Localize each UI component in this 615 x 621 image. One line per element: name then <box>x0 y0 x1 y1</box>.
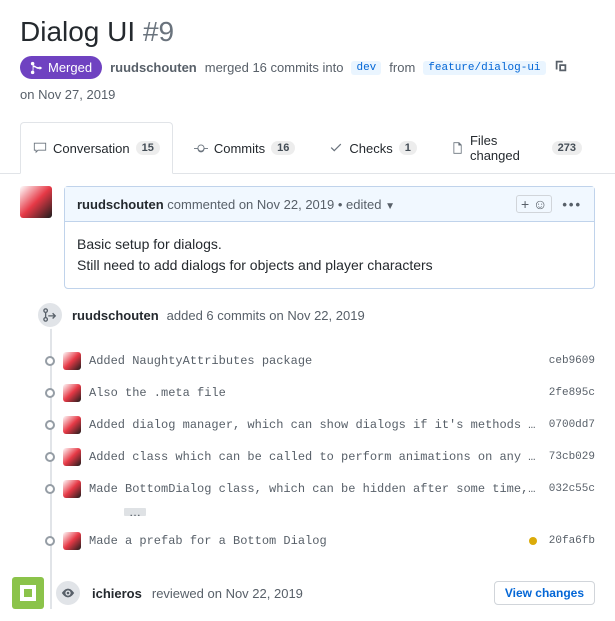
view-changes-button[interactable]: View changes <box>494 581 595 605</box>
tab-conversation[interactable]: Conversation 15 <box>20 122 173 174</box>
commit-node-icon <box>45 356 55 366</box>
file-icon <box>451 141 464 155</box>
commit-node-icon <box>45 484 55 494</box>
avatar[interactable] <box>63 384 81 402</box>
commit-message[interactable]: Also the .meta file <box>89 386 541 400</box>
commit-node-icon <box>45 452 55 462</box>
avatar[interactable] <box>63 416 81 434</box>
status-pending-icon <box>529 537 537 545</box>
commit-node-icon <box>45 536 55 546</box>
comment: ruudschouten commented on Nov 22, 2019 •… <box>64 186 595 289</box>
tab-files-count: 273 <box>552 141 582 155</box>
commit-message[interactable]: Made a prefab for a Bottom Dialog <box>89 534 521 548</box>
from-label: from <box>389 60 415 75</box>
tab-checks-label: Checks <box>349 141 392 156</box>
repo-push-icon <box>36 301 64 329</box>
merge-author[interactable]: ruudschouten <box>110 60 197 75</box>
copy-icon[interactable] <box>554 59 568 76</box>
tab-checks[interactable]: Checks 1 <box>316 122 429 173</box>
review-author[interactable]: ichieros <box>92 586 142 601</box>
pr-title: Dialog UI #9 <box>20 16 595 48</box>
commit-node-icon <box>45 388 55 398</box>
merge-verb: merged 16 commits into <box>205 60 344 75</box>
commit-row: Made BottomDialog class, which can be hi… <box>68 473 595 505</box>
tab-commits[interactable]: Commits 16 <box>181 122 309 173</box>
tab-checks-count: 1 <box>399 141 417 155</box>
tab-commits-label: Commits <box>214 141 265 156</box>
commits-author[interactable]: ruudschouten <box>72 308 159 323</box>
merge-icon <box>30 61 44 75</box>
tab-conversation-label: Conversation <box>53 141 130 156</box>
avatar[interactable] <box>63 532 81 550</box>
comment-meta: commented on Nov 22, 2019 • edited <box>167 197 381 212</box>
commit-hash[interactable]: ceb9609 <box>549 355 595 367</box>
review-event: ichieros reviewed on Nov 22, 2019 View c… <box>12 577 595 609</box>
comment-line1: Basic setup for dialogs. <box>77 234 582 255</box>
commit-row: Added dialog manager, which can show dia… <box>68 409 595 441</box>
commit-hash[interactable]: 032c55c <box>549 483 595 495</box>
eye-icon <box>54 579 82 607</box>
commit-icon <box>194 141 208 155</box>
issue-number: #9 <box>143 16 174 47</box>
pr-tabs: Conversation 15 Commits 16 Checks 1 File… <box>0 122 615 174</box>
comment-icon <box>33 141 47 155</box>
commit-message[interactable]: Added dialog manager, which can show dia… <box>89 418 541 432</box>
ellipsis-expand[interactable]: … <box>124 508 146 516</box>
commit-row: Added class which can be called to perfo… <box>68 441 595 473</box>
merge-summary: Merged ruudschouten merged 16 commits in… <box>20 56 595 102</box>
avatar[interactable] <box>63 448 81 466</box>
merge-date: on Nov 27, 2019 <box>20 87 115 102</box>
title-text: Dialog UI <box>20 16 135 47</box>
comment-author[interactable]: ruudschouten <box>77 197 164 212</box>
add-reaction-button[interactable]: + ☺ <box>516 195 552 213</box>
commit-hash[interactable]: 73cb029 <box>549 451 595 463</box>
avatar[interactable] <box>63 480 81 498</box>
commit-row: Added NaughtyAttributes package ceb9609 <box>68 345 595 377</box>
commit-row: Made a prefab for a Bottom Dialog 20fa6fb <box>68 525 595 557</box>
head-branch[interactable]: feature/dialog-ui <box>423 61 545 75</box>
avatar[interactable] <box>63 352 81 370</box>
commits-summary: ruudschouten added 6 commits on Nov 22, … <box>68 301 595 329</box>
merged-badge: Merged <box>20 56 102 79</box>
commit-row: Also the .meta file 2fe895c <box>68 377 595 409</box>
avatar[interactable] <box>20 186 52 218</box>
comment-body: Basic setup for dialogs. Still need to a… <box>65 222 594 288</box>
commit-hash[interactable]: 2fe895c <box>549 387 595 399</box>
edited-dropdown-icon[interactable]: ▼ <box>385 201 395 212</box>
review-text: reviewed on Nov 22, 2019 <box>152 586 303 601</box>
kebab-icon[interactable]: ••• <box>562 197 582 212</box>
commit-hash[interactable]: 20fa6fb <box>549 535 595 547</box>
merged-label: Merged <box>48 60 92 75</box>
comment-line2: Still need to add dialogs for objects an… <box>77 255 582 276</box>
commit-node-icon <box>45 420 55 430</box>
commit-message[interactable]: Added NaughtyAttributes package <box>89 354 541 368</box>
commit-message[interactable]: Added class which can be called to perfo… <box>89 450 541 464</box>
tab-conversation-count: 15 <box>136 141 160 155</box>
avatar[interactable] <box>12 577 44 609</box>
base-branch[interactable]: dev <box>351 61 381 75</box>
commit-hash[interactable]: 0700dd7 <box>549 419 595 431</box>
commit-message[interactable]: Made BottomDialog class, which can be hi… <box>89 482 541 496</box>
commits-text: added 6 commits on Nov 22, 2019 <box>167 308 365 323</box>
tab-files[interactable]: Files changed 273 <box>438 122 595 173</box>
check-icon <box>329 141 343 155</box>
tab-commits-count: 16 <box>271 141 295 155</box>
tab-files-label: Files changed <box>470 133 546 163</box>
